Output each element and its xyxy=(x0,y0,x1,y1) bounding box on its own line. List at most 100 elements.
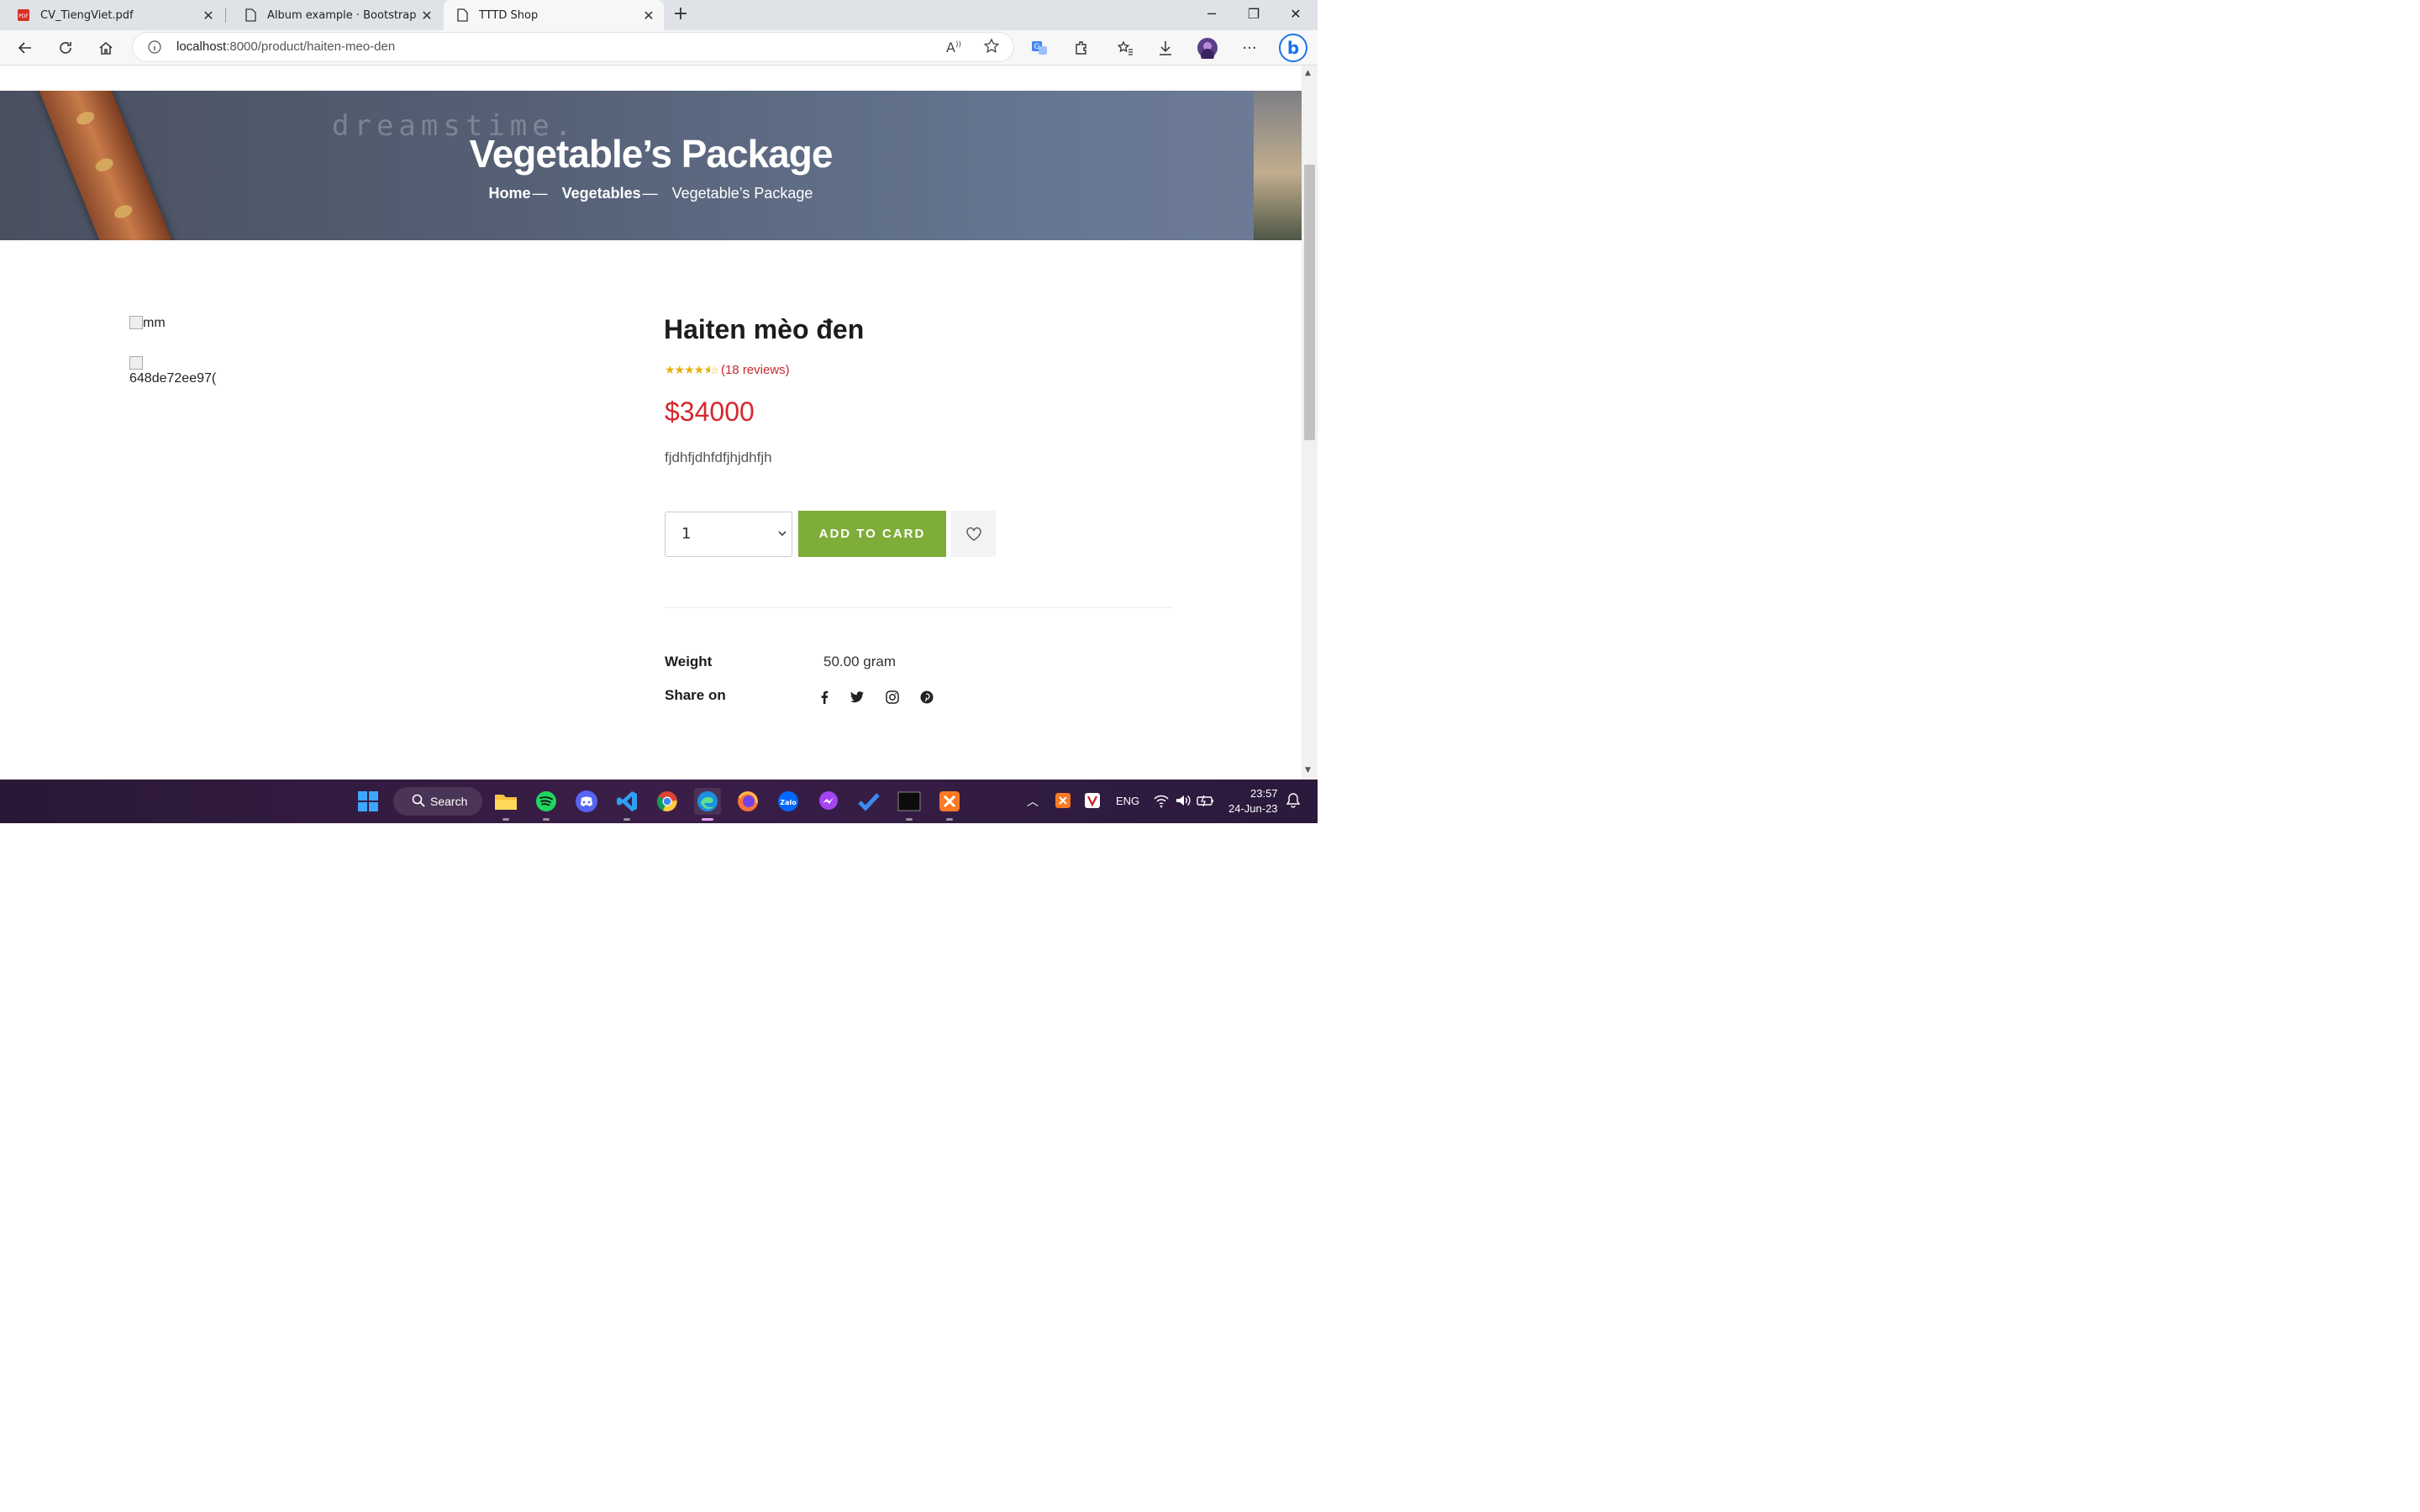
todo-icon[interactable] xyxy=(855,788,882,815)
twitter-icon[interactable] xyxy=(849,689,865,706)
windows-start-icon[interactable] xyxy=(355,788,381,815)
product-price: $34000 xyxy=(665,396,755,427)
close-icon[interactable]: ✕ xyxy=(417,8,437,24)
profile-avatar[interactable] xyxy=(1195,35,1220,60)
tab-title: CV_TiengViet.pdf xyxy=(40,8,134,22)
svg-text:b: b xyxy=(1287,38,1299,58)
quantity-select[interactable]: 1 xyxy=(665,512,792,557)
close-icon[interactable]: ✕ xyxy=(198,8,218,24)
info-icon[interactable] xyxy=(148,40,161,57)
rating-stars-icon: ★★★★★☆ xyxy=(665,363,719,377)
windows-taskbar: Search Zalo ︿ ENG 23:57 24-Jun-23 xyxy=(0,780,1318,823)
heart-icon xyxy=(965,527,981,541)
chevron-down-icon xyxy=(776,527,788,543)
tab-strip: PDF CV_TiengViet.pdf ✕ Album example · B… xyxy=(0,0,1318,30)
minimize-button[interactable]: ─ xyxy=(1192,0,1232,30)
back-button[interactable] xyxy=(13,35,38,60)
chrome-icon[interactable] xyxy=(654,788,681,815)
vscode-icon[interactable] xyxy=(613,788,640,821)
downloads-icon[interactable] xyxy=(1153,35,1178,60)
translate-icon[interactable]: G xyxy=(1027,35,1052,60)
restore-button[interactable]: ❐ xyxy=(1234,0,1274,30)
url-path: :8000/product/haiten-meo-den xyxy=(226,39,396,54)
tray-expand-icon[interactable]: ︿ xyxy=(1027,793,1039,810)
quantity-value: 1 xyxy=(681,525,692,543)
discord-icon[interactable] xyxy=(573,788,600,815)
svg-text:PDF: PDF xyxy=(18,13,29,19)
clock-date[interactable]: 24-Jun-23 xyxy=(1228,802,1278,815)
search-icon xyxy=(412,794,425,810)
scroll-down-icon[interactable]: ▼ xyxy=(1305,766,1311,774)
close-icon[interactable]: ✕ xyxy=(639,8,659,24)
volume-icon[interactable] xyxy=(1175,793,1192,811)
vivaldi-tray-icon[interactable] xyxy=(1085,793,1100,811)
back-arrow-icon xyxy=(18,42,31,54)
pdf-icon: PDF xyxy=(17,8,30,22)
tab-tttd-shop[interactable]: TTTD Shop ✕ xyxy=(444,0,664,30)
broken-image-icon xyxy=(129,316,143,329)
instagram-icon[interactable] xyxy=(884,689,901,706)
new-tab-button[interactable]: + xyxy=(669,3,692,27)
scroll-up-icon[interactable]: ▲ xyxy=(1305,69,1311,77)
breadcrumb: Home — Vegetables — Vegetable’s Package xyxy=(0,185,1302,202)
product-name: Haiten mèo đen xyxy=(664,314,865,344)
firefox-icon[interactable] xyxy=(734,788,761,815)
xampp-icon[interactable] xyxy=(936,788,963,821)
page-icon xyxy=(244,8,257,22)
xampp-tray-icon[interactable] xyxy=(1055,793,1071,811)
read-aloud-icon[interactable]: A)) xyxy=(946,39,961,55)
tab-title: Album example · Bootstrap v5.3 xyxy=(267,8,417,22)
wishlist-button[interactable] xyxy=(951,511,996,557)
tab-title: TTTD Shop xyxy=(479,8,539,22)
taskbar-search[interactable]: Search xyxy=(393,787,482,816)
search-label: Search xyxy=(430,795,468,808)
page-icon xyxy=(455,8,469,22)
terminal-icon[interactable] xyxy=(896,788,923,821)
product-rating: ★★★★★☆ (18 reviews) xyxy=(665,363,790,377)
scrollbar-thumb[interactable] xyxy=(1304,165,1315,440)
breadcrumb-separator: — xyxy=(532,185,548,202)
breadcrumb-home-link[interactable]: Home xyxy=(489,185,531,202)
product-main-image[interactable]: mm xyxy=(129,316,166,331)
tab-cv-pdf[interactable]: PDF CV_TiengViet.pdf ✕ xyxy=(0,0,224,30)
battery-icon[interactable] xyxy=(1197,793,1215,811)
svg-text:Zalo: Zalo xyxy=(780,799,797,806)
page-scrollbar[interactable]: ▲ ▼ xyxy=(1302,66,1318,780)
address-bar[interactable]: localhost:8000/product/haiten-meo-den A)… xyxy=(133,33,1013,61)
pinterest-icon[interactable] xyxy=(918,689,935,706)
wifi-icon[interactable] xyxy=(1153,793,1170,811)
home-icon xyxy=(99,42,113,55)
edge-icon[interactable] xyxy=(694,788,721,821)
url-host: localhost xyxy=(176,39,227,54)
tab-divider xyxy=(225,8,226,23)
page-title: Vegetable’s Package xyxy=(469,132,834,176)
file-explorer-icon[interactable] xyxy=(492,788,519,821)
product-thumbnail-image[interactable]: 648de72ee97( xyxy=(129,356,222,386)
favorite-star-icon[interactable] xyxy=(983,38,1000,58)
facebook-icon[interactable] xyxy=(816,689,833,706)
home-button[interactable] xyxy=(93,35,118,60)
weight-value: 50.00 gram xyxy=(823,654,896,669)
language-indicator[interactable]: ENG xyxy=(1116,795,1139,807)
reload-button[interactable] xyxy=(53,35,78,60)
weight-label: Weight xyxy=(665,654,713,669)
close-window-button[interactable]: ✕ xyxy=(1276,0,1316,30)
favorites-icon[interactable] xyxy=(1113,35,1138,60)
page-viewport: dreamstime. Vegetable’s Package Home — Ve… xyxy=(0,66,1302,780)
spotify-icon[interactable] xyxy=(533,788,560,821)
messenger-icon[interactable] xyxy=(815,788,842,815)
zalo-icon[interactable]: Zalo xyxy=(775,788,802,815)
reviews-link[interactable]: (18 reviews) xyxy=(721,363,790,377)
more-menu-icon[interactable]: ··· xyxy=(1237,35,1262,60)
notification-icon[interactable] xyxy=(1286,792,1301,811)
breadcrumb-category-link[interactable]: Vegetables xyxy=(562,185,641,202)
hero-banner: dreamstime. Vegetable’s Package Home — Ve… xyxy=(0,91,1302,240)
add-to-cart-button[interactable]: ADD TO CARD xyxy=(798,511,946,557)
tab-album-example[interactable]: Album example · Bootstrap v5.3 ✕ xyxy=(227,0,442,30)
clock-time[interactable]: 23:57 xyxy=(1250,787,1278,800)
bing-copilot-icon[interactable]: b xyxy=(1277,32,1309,64)
extensions-icon[interactable] xyxy=(1069,35,1094,60)
broken-image-icon xyxy=(129,356,143,370)
url-text[interactable]: localhost:8000/product/haiten-meo-den xyxy=(176,39,395,54)
breadcrumb-current: Vegetable’s Package xyxy=(671,185,813,202)
